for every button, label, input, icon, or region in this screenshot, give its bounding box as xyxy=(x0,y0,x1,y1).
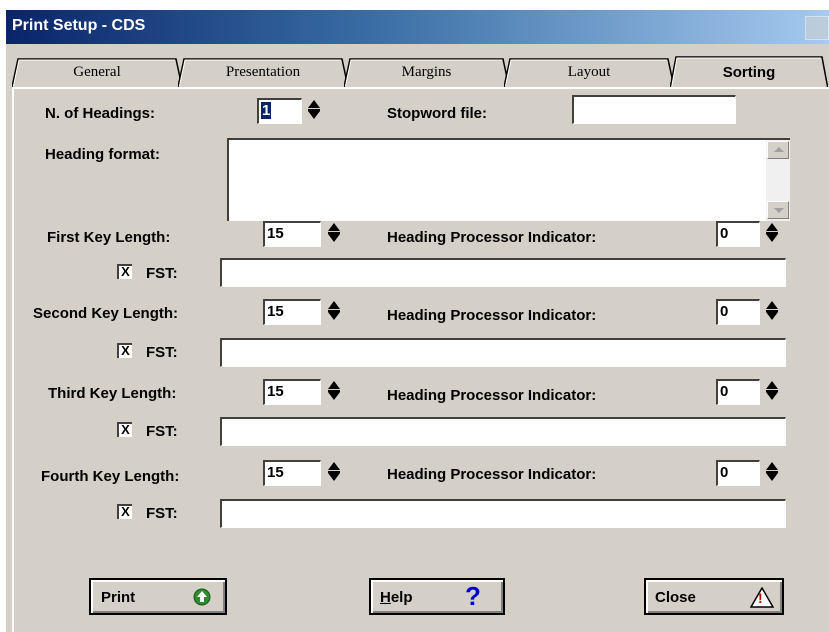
num-headings-value: 1 xyxy=(261,102,272,119)
close-button[interactable]: Close ! xyxy=(644,578,784,615)
window-title: Print Setup - CDS xyxy=(12,17,146,34)
third-key-length-input[interactable]: 15 xyxy=(263,379,321,405)
warning-exclamation: ! xyxy=(758,590,763,606)
heading-format-scrollbar[interactable] xyxy=(766,140,790,221)
stopword-label: Stopword file: xyxy=(387,105,487,122)
scroll-up-button[interactable] xyxy=(767,141,789,159)
first-fst-input[interactable] xyxy=(220,258,786,287)
close-button-label: Close xyxy=(655,589,696,606)
print-button-label: Print xyxy=(101,589,136,606)
tab-margins[interactable]: Margins xyxy=(344,57,509,87)
tab-presentation-label: Presentation xyxy=(225,63,301,80)
help-icon: ? xyxy=(465,581,481,611)
first-key-length-spinner[interactable] xyxy=(327,221,341,247)
scroll-down-arrow-icon xyxy=(774,208,784,213)
second-fst-input[interactable] xyxy=(220,338,786,367)
help-button-label: Help xyxy=(380,589,413,606)
third-key-length-label: Third Key Length: xyxy=(48,385,177,402)
heading-format-textarea[interactable] xyxy=(227,138,790,221)
third-fst-label: FST: xyxy=(146,423,178,440)
fourth-key-length-spinner[interactable] xyxy=(327,460,341,486)
tab-layout[interactable]: Layout xyxy=(504,57,674,87)
scroll-down-button[interactable] xyxy=(767,201,789,219)
num-headings-label: N. of Headings: xyxy=(45,105,156,122)
second-key-length-spinner[interactable] xyxy=(327,299,341,325)
help-button[interactable]: Help ? xyxy=(369,578,505,615)
print-setup-window: Print Setup - CDS General Presentation M… xyxy=(6,10,829,632)
fourth-hpi-input[interactable]: 0 xyxy=(716,460,760,486)
first-hpi-input[interactable]: 0 xyxy=(716,221,760,247)
fourth-fst-input[interactable] xyxy=(220,499,786,528)
fourth-fst-checkbox[interactable]: X xyxy=(117,504,132,519)
second-key-length-input[interactable]: 15 xyxy=(263,299,321,325)
second-key-length-label: Second Key Length: xyxy=(33,305,179,322)
fourth-fst-label: FST: xyxy=(146,505,178,522)
third-fst-input[interactable] xyxy=(220,417,786,446)
fourth-hpi-spinner[interactable] xyxy=(765,460,779,486)
print-button[interactable]: Print xyxy=(89,578,227,615)
second-fst-label: FST: xyxy=(146,344,178,361)
second-hpi-input[interactable]: 0 xyxy=(716,299,760,325)
heading-format-text xyxy=(229,140,790,144)
first-fst-checkbox[interactable]: X xyxy=(117,264,132,279)
stopword-input[interactable] xyxy=(572,95,736,124)
num-headings-input[interactable]: 1 xyxy=(257,98,302,124)
third-hpi-input[interactable]: 0 xyxy=(716,379,760,405)
fourth-key-length-label: Fourth Key Length: xyxy=(41,468,180,485)
tab-presentation[interactable]: Presentation xyxy=(178,57,348,87)
third-fst-checkbox[interactable]: X xyxy=(117,422,132,437)
tab-margins-label: Margins xyxy=(401,63,452,80)
second-hpi-spinner[interactable] xyxy=(765,299,779,325)
tab-sorting-label: Sorting xyxy=(722,63,776,81)
first-hpi-spinner[interactable] xyxy=(765,221,779,247)
third-hpi-label: Heading Processor Indicator: xyxy=(387,387,597,404)
second-hpi-label: Heading Processor Indicator: xyxy=(387,307,597,324)
title-bar-button[interactable] xyxy=(805,16,829,40)
fourth-hpi-label: Heading Processor Indicator: xyxy=(387,466,597,483)
first-hpi-label: Heading Processor Indicator: xyxy=(387,229,597,246)
first-key-length-label: First Key Length: xyxy=(47,229,171,246)
num-headings-spinner[interactable] xyxy=(307,98,321,124)
heading-format-label: Heading format: xyxy=(45,146,161,163)
tab-sorting[interactable]: Sorting xyxy=(670,55,828,89)
tab-layout-label: Layout xyxy=(567,63,611,80)
second-fst-checkbox[interactable]: X xyxy=(117,343,132,358)
tab-general-label: General xyxy=(73,63,121,80)
third-hpi-spinner[interactable] xyxy=(765,379,779,405)
print-arrow-icon xyxy=(193,588,211,606)
first-fst-label: FST: xyxy=(146,265,178,282)
fourth-key-length-input[interactable]: 15 xyxy=(263,460,321,486)
title-bar[interactable]: Print Setup - CDS xyxy=(6,10,829,44)
scroll-up-arrow-icon xyxy=(774,147,784,152)
tab-general[interactable]: General xyxy=(12,57,182,87)
third-key-length-spinner[interactable] xyxy=(327,379,341,405)
first-key-length-input[interactable]: 15 xyxy=(263,221,321,247)
